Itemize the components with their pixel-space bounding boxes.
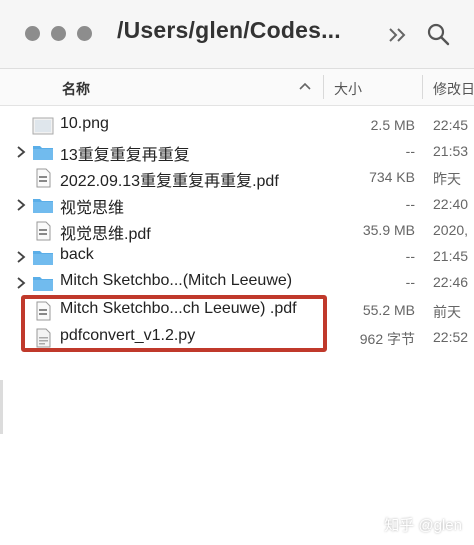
file-date: 前天 [433,304,461,320]
red-highlight-box [21,295,327,352]
file-date: 21:53 [433,143,469,159]
chevrons-right-icon[interactable] [385,22,411,48]
finder-window: /Users/glen/Codes... 名称 大小 修改日 10.png 2.… [0,0,474,545]
pdf-file-icon [36,168,51,188]
file-date: 昨天 [433,171,461,187]
window-edge [0,380,3,434]
file-name: Mitch Sketchbo...(Mitch Leeuwe) [60,272,293,289]
chevron-up-icon[interactable] [298,81,312,91]
folder-icon [33,146,53,160]
file-name: 13重复重复再重复 [60,147,190,164]
column-name-header[interactable]: 名称 [62,79,90,99]
path-title: /Users/glen/Codes... [117,17,341,43]
minimize-window-button[interactable] [51,26,66,41]
column-divider[interactable] [422,75,423,99]
folder-row[interactable]: 视觉思维 -- 22:40 [0,192,474,218]
file-date: 22:46 [433,274,469,290]
file-date: 2020, [433,222,469,238]
folder-row[interactable]: Mitch Sketchbo...(Mitch Leeuwe) -- 22:46 [0,270,474,296]
file-size: 55.2 MB [362,302,415,318]
file-size: -- [405,196,415,212]
file-name: back [60,246,94,263]
file-size: 2.5 MB [370,117,415,133]
file-size: 734 KB [369,169,415,185]
file-row[interactable]: 10.png 2.5 MB 22:45 [0,113,474,139]
disclosure-triangle-icon[interactable] [15,276,27,290]
file-name: 视觉思维 [60,200,125,217]
disclosure-triangle-icon[interactable] [15,250,27,264]
file-size: -- [405,143,415,159]
folder-row[interactable]: 13重复重复再重复 -- 21:53 [0,139,474,165]
file-name: 视觉思维.pdf [60,226,151,243]
disclosure-triangle-icon[interactable] [15,145,27,159]
column-header: 名称 大小 修改日 [0,69,474,106]
column-divider[interactable] [323,75,324,99]
file-size: 962 字节 [359,331,415,347]
file-row[interactable]: 2022.09.13重复重复再重复.pdf 734 KB 昨天 [0,165,474,191]
folder-row[interactable]: back -- 21:45 [0,244,474,270]
file-date: 22:45 [433,117,469,133]
file-size: -- [405,248,415,264]
folder-icon [33,277,53,291]
file-row[interactable]: 视觉思维.pdf 35.9 MB 2020, [0,218,474,244]
folder-icon [33,199,53,213]
file-date: 21:45 [433,248,469,264]
search-icon[interactable] [426,22,452,48]
pdf-file-icon [36,221,51,241]
file-name: 10.png [60,115,109,132]
file-size: -- [405,274,415,290]
close-window-button[interactable] [25,26,40,41]
column-date-header[interactable]: 修改日 [433,79,474,99]
image-file-icon [32,117,54,135]
toolbar: /Users/glen/Codes... [0,0,474,69]
folder-icon [33,251,53,265]
watermark: 知乎 @glen [384,517,462,534]
file-size: 35.9 MB [362,222,415,238]
zoom-window-button[interactable] [77,26,92,41]
file-name: 2022.09.13重复重复再重复.pdf [60,173,279,190]
column-size-header[interactable]: 大小 [334,79,362,99]
disclosure-triangle-icon[interactable] [15,198,27,212]
file-date: 22:52 [433,329,469,345]
file-date: 22:40 [433,196,469,212]
